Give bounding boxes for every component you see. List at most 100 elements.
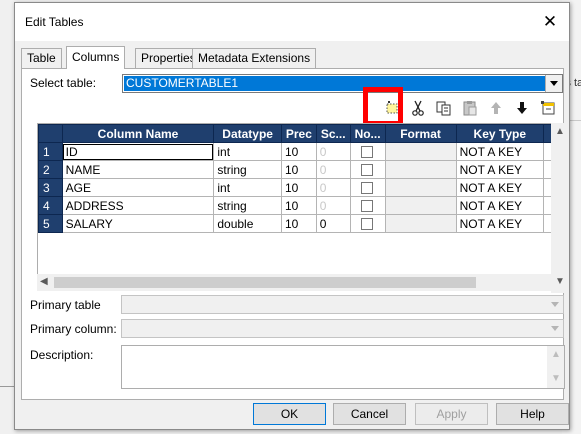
tab-columns[interactable]: Columns [66, 46, 126, 69]
scale-cell[interactable]: 0 [315, 214, 351, 233]
precision-cell[interactable]: 10 [280, 196, 317, 215]
dialog-title: Edit Tables [25, 15, 84, 29]
ok-button[interactable]: OK [253, 403, 326, 425]
apply-button[interactable]: Apply [415, 403, 488, 425]
scale-cell[interactable]: 0 [315, 178, 351, 197]
primary-table-label: Primary table [30, 298, 101, 312]
precision-cell[interactable]: 10 [280, 160, 317, 179]
chevron-down-icon [547, 320, 563, 337]
key-type-header[interactable]: Key Type [455, 124, 544, 143]
scroll-down-icon[interactable]: ▼ [551, 374, 561, 384]
select-table-dropdown[interactable]: CUSTOMERTABLE1 [122, 74, 563, 93]
format-cell[interactable] [384, 178, 457, 197]
row-number[interactable]: 1 [38, 142, 63, 161]
not-null-checkbox[interactable] [360, 218, 373, 231]
not-null-checkbox[interactable] [360, 182, 373, 195]
key-type-cell[interactable]: NOT A KEY [455, 214, 544, 233]
import-icon[interactable] [539, 99, 557, 117]
horizontal-scroll-thumb[interactable] [54, 277, 476, 288]
datatype-cell[interactable]: string [213, 196, 282, 215]
column-name-cell[interactable]: ID [61, 142, 215, 161]
column-name-cell[interactable]: AGE [61, 178, 215, 197]
tab-table[interactable]: Table [21, 48, 62, 68]
grid-vertical-scrollbar[interactable]: ▲ ▼ [551, 123, 568, 293]
grid-horizontal-scrollbar[interactable]: ◀ [37, 274, 551, 291]
not-null-cell[interactable] [349, 142, 386, 161]
row-number[interactable]: 2 [38, 160, 63, 179]
key-type-cell[interactable]: NOT A KEY [455, 178, 544, 197]
row-number[interactable]: 4 [38, 196, 63, 215]
column-name-cell[interactable]: ADDRESS [61, 196, 215, 215]
highlight-box [363, 87, 403, 126]
row-number[interactable]: 5 [38, 214, 63, 233]
description-textarea[interactable]: ▲ ▼ [121, 345, 565, 389]
format-header[interactable]: Format [384, 124, 457, 143]
column-name-cell[interactable]: SALARY [61, 214, 215, 233]
not-null-header[interactable]: No... [349, 124, 386, 143]
key-type-cell[interactable]: NOT A KEY [455, 196, 544, 215]
key-type-cell[interactable]: NOT A KEY [455, 160, 544, 179]
columns-table: Column Name Datatype Prec Sc... No... Fo… [38, 124, 552, 233]
select-table-value: CUSTOMERTABLE1 [124, 76, 545, 91]
primary-column-label: Primary column: [30, 322, 117, 336]
primary-column-dropdown [121, 319, 564, 338]
datatype-cell[interactable]: double [213, 214, 282, 233]
datatype-cell[interactable]: string [213, 160, 282, 179]
not-null-checkbox[interactable] [360, 164, 373, 177]
description-label: Description: [30, 348, 94, 362]
help-button[interactable]: Help [496, 403, 569, 425]
table-row[interactable]: 1 ID int 10 0 NOT A KEY [38, 142, 552, 161]
datatype-cell[interactable]: int [213, 142, 282, 161]
not-null-cell[interactable] [349, 160, 386, 179]
scale-cell[interactable]: 0 [315, 196, 351, 215]
not-null-checkbox[interactable] [360, 200, 373, 213]
not-null-checkbox[interactable] [360, 146, 373, 159]
scroll-left-icon[interactable]: ◀ [40, 277, 48, 287]
table-row[interactable]: 2 NAME string 10 0 NOT A KEY [38, 160, 552, 179]
table-row[interactable]: 3 AGE int 10 0 NOT A KEY [38, 178, 552, 197]
paste-icon[interactable] [461, 99, 479, 117]
move-down-icon[interactable] [513, 99, 531, 117]
move-up-icon[interactable] [487, 99, 505, 117]
row-number[interactable]: 3 [38, 178, 63, 197]
precision-cell[interactable]: 10 [280, 178, 317, 197]
columns-grid: Column Name Datatype Prec Sc... No... Fo… [37, 123, 553, 276]
scroll-down-icon[interactable]: ▼ [555, 277, 565, 287]
format-cell[interactable] [384, 214, 457, 233]
chevron-down-icon [547, 296, 563, 313]
cut-icon[interactable] [409, 99, 427, 117]
format-cell[interactable] [384, 142, 457, 161]
primary-table-dropdown [121, 295, 564, 314]
select-table-label: Select table: [30, 76, 97, 90]
format-cell[interactable] [384, 160, 457, 179]
scale-header[interactable]: Sc... [315, 124, 351, 143]
tab-metadata-extensions[interactable]: Metadata Extensions [192, 48, 317, 68]
scale-cell[interactable]: 0 [315, 142, 351, 161]
table-row[interactable]: 4 ADDRESS string 10 0 NOT A KEY [38, 196, 552, 215]
edit-tables-dialog: Edit Tables ✕ Table Columns Properties M… [14, 2, 570, 430]
chevron-down-icon[interactable] [545, 75, 562, 92]
cancel-button[interactable]: Cancel [333, 403, 406, 425]
scroll-up-icon[interactable]: ▲ [555, 127, 565, 137]
precision-cell[interactable]: 10 [280, 142, 317, 161]
datatype-header[interactable]: Datatype [213, 124, 282, 143]
key-type-cell[interactable]: NOT A KEY [455, 142, 544, 161]
column-name-header[interactable]: Column Name [61, 124, 215, 143]
table-row[interactable]: 5 SALARY double 10 0 NOT A KEY [38, 214, 552, 233]
corner-header [38, 124, 63, 143]
format-cell[interactable] [384, 196, 457, 215]
column-name-cell[interactable]: NAME [61, 160, 215, 179]
precision-cell[interactable]: 10 [280, 214, 317, 233]
description-scrollbar[interactable]: ▲ ▼ [547, 346, 564, 388]
datatype-cell[interactable]: int [213, 178, 282, 197]
close-icon[interactable]: ✕ [539, 11, 561, 33]
not-null-cell[interactable] [349, 214, 386, 233]
precision-header[interactable]: Prec [280, 124, 317, 143]
copy-icon[interactable] [435, 99, 453, 117]
scroll-up-icon[interactable]: ▲ [551, 350, 561, 360]
columns-panel: Select table: CUSTOMERTABLE1 Column Name… [21, 68, 568, 400]
title-bar: Edit Tables ✕ [15, 3, 569, 41]
scale-cell[interactable]: 0 [315, 160, 351, 179]
not-null-cell[interactable] [349, 178, 386, 197]
not-null-cell[interactable] [349, 196, 386, 215]
